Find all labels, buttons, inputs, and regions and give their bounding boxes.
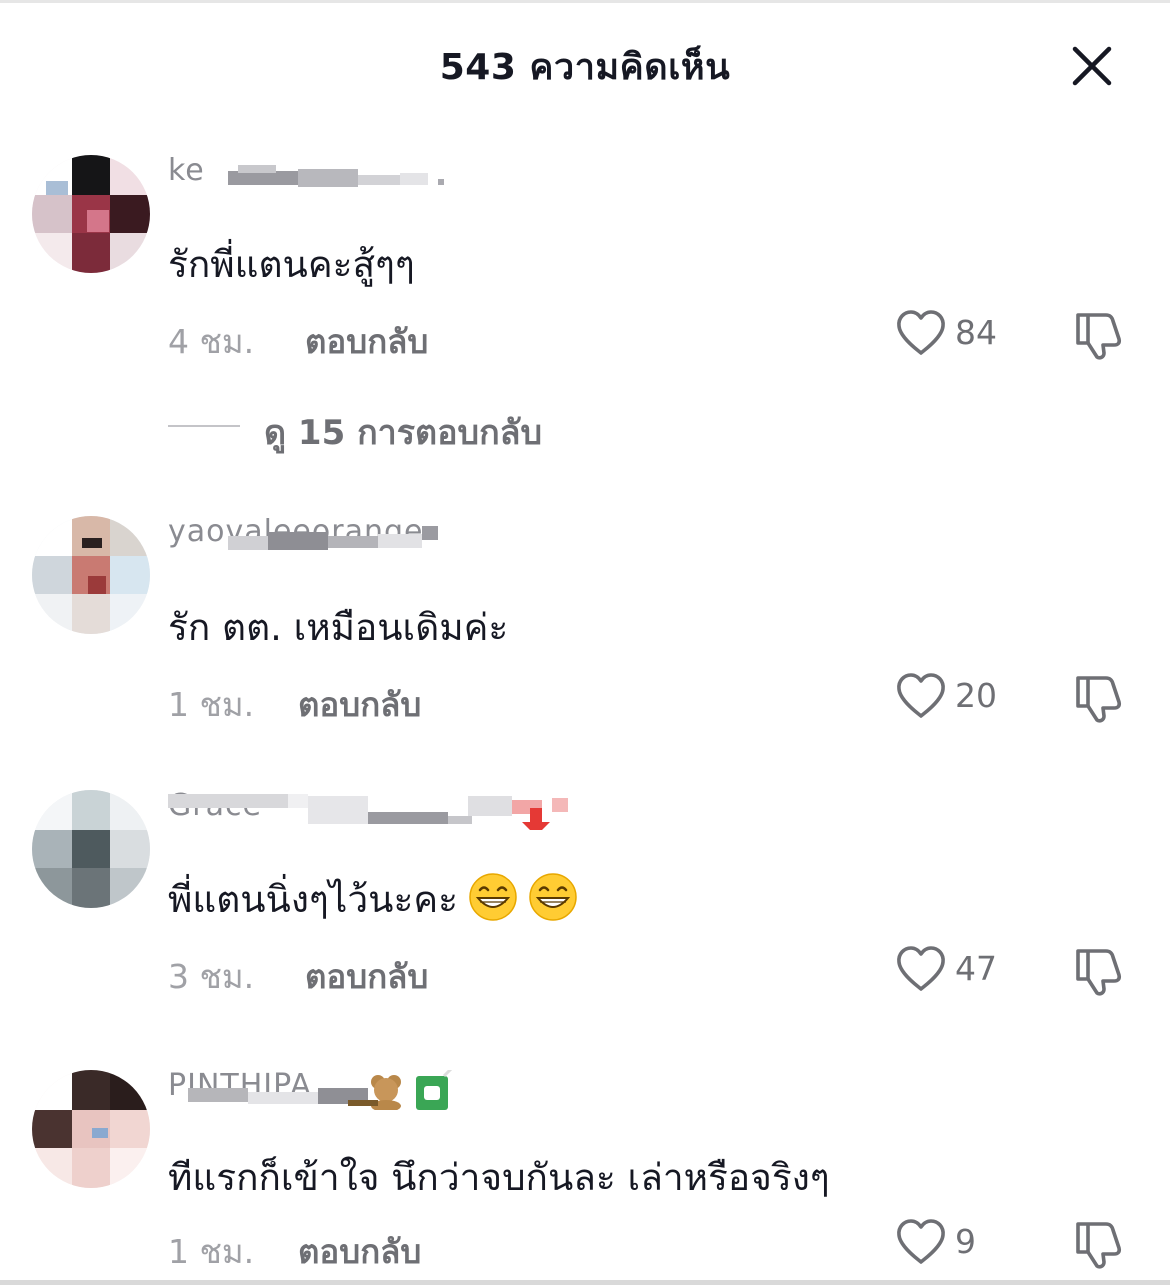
replies-divider-line (168, 425, 240, 427)
thumbs-down-outline-icon (1076, 313, 1122, 360)
avatar[interactable] (32, 1070, 150, 1188)
comment-username[interactable]: yaovaleeorange (168, 516, 648, 556)
avatar[interactable] (32, 790, 150, 908)
heart-outline-icon (897, 1219, 945, 1264)
username-pixelation (228, 526, 438, 550)
like-count: 9 (955, 1222, 976, 1261)
comment-text-body: พี่แตนนิ่งๆไว้นะคะ (168, 878, 458, 921)
comment-time: 4 ชม. (168, 322, 255, 361)
comment-text: รัก ตต. เหมือนเดิมค่ะ (168, 606, 509, 649)
dislike-button[interactable] (1072, 309, 1124, 361)
grinning-face-icon (529, 873, 577, 921)
like-count: 47 (955, 949, 997, 988)
comments-count-title: 543 ความคิดเห็น (439, 47, 731, 88)
like-button[interactable]: 20 (895, 672, 1025, 720)
reply-button[interactable]: ตอบกลับ (298, 1225, 421, 1278)
thumbs-down-outline-icon (1076, 676, 1122, 723)
comment-username[interactable]: ke (168, 155, 648, 195)
bottom-edge (0, 1280, 1170, 1285)
comment-username[interactable]: Grace (168, 790, 648, 830)
close-icon (1072, 46, 1112, 86)
view-replies-label: ดู 15 การตอบกลับ (264, 413, 543, 453)
avatar[interactable] (32, 516, 150, 634)
grinning-face-icon (469, 873, 517, 921)
like-button[interactable]: 47 (895, 945, 1025, 993)
comment-text: พี่แตนนิ่งๆไว้นะคะ (168, 870, 578, 929)
like-button[interactable]: 9 (895, 1218, 1025, 1266)
heart-outline-icon (897, 310, 945, 355)
comment-time: 3 ชม. (168, 957, 255, 996)
username-pixelation (168, 794, 568, 830)
comment-username[interactable]: PINTHIPA (168, 1070, 648, 1110)
username-pixelation (188, 1070, 453, 1110)
reply-button[interactable]: ตอบกลับ (305, 315, 428, 368)
comment-time: 1 ชม. (168, 1232, 255, 1271)
dislike-button[interactable] (1072, 1218, 1124, 1270)
thumbs-down-outline-icon (1076, 949, 1122, 996)
avatar[interactable] (32, 155, 150, 273)
heart-outline-icon (897, 946, 945, 991)
reply-button[interactable]: ตอบกลับ (298, 678, 421, 731)
dislike-button[interactable] (1072, 945, 1124, 997)
top-divider (0, 0, 1170, 3)
like-button[interactable]: 84 (895, 309, 1025, 357)
like-count: 20 (955, 676, 997, 715)
dislike-button[interactable] (1072, 672, 1124, 724)
reply-button[interactable]: ตอบกลับ (305, 950, 428, 1003)
comment-text: รักพี่แตนคะสู้ๆๆ (168, 243, 415, 286)
heart-outline-icon (897, 673, 945, 718)
username-pixelation (228, 165, 444, 187)
comment-text: ทีแรกก็เข้าใจ นึกว่าจบกันละ เล่าหรือจริง… (168, 1156, 830, 1199)
thumbs-down-outline-icon (1076, 1222, 1122, 1269)
juice-box-icon (416, 1070, 453, 1110)
like-count: 84 (955, 313, 997, 352)
close-button[interactable] (1066, 40, 1118, 92)
comment-time: 1 ชม. (168, 685, 255, 724)
